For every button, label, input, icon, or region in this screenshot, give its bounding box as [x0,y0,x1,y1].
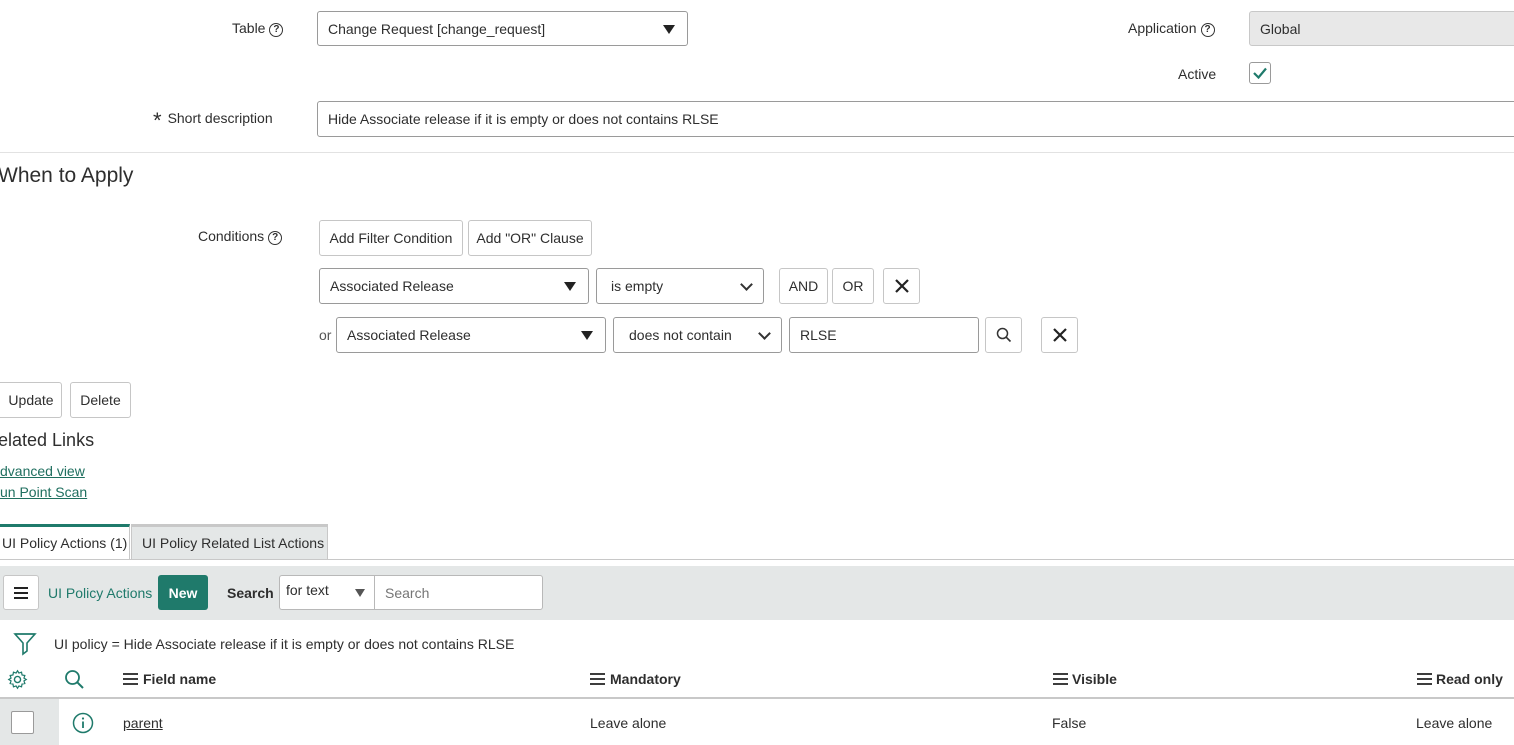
tab-divider [0,559,1514,560]
filter-breadcrumb[interactable]: UI policy = Hide Associate release if it… [54,636,514,652]
and-button[interactable]: AND [779,268,828,304]
header-divider [0,697,1514,699]
list-title: UI Policy Actions [48,585,153,601]
column-menu-icon[interactable] [1053,673,1068,685]
tab-label: UI Policy Related List Actions [142,535,325,551]
filter-icon [13,633,37,656]
search-label: Search [227,585,274,601]
delete-button[interactable]: Delete [70,382,131,418]
read-only-cell: Leave alone [1416,715,1493,731]
tab-ui-policy-related-list-actions[interactable]: UI Policy Related List Actions [131,524,328,559]
add-or-clause-button[interactable]: Add "OR" Clause [468,220,592,256]
condition-operator-select[interactable]: is empty [596,268,764,304]
condition-value-text: RLSE [800,327,837,343]
active-label: Active [1178,66,1217,82]
tab-ui-policy-actions[interactable]: UI Policy Actions (1) [0,524,130,559]
dropdown-arrow-icon [581,331,593,340]
close-icon [1052,328,1067,342]
search-scope-value: for text [286,581,329,598]
gear-icon [7,669,28,690]
column-header-label: Mandatory [610,671,681,687]
list-menu-button[interactable] [3,575,39,610]
visible-cell: False [1052,715,1087,731]
search-icon [65,670,84,689]
remove-condition-button[interactable] [883,268,920,304]
close-icon [894,279,909,293]
table-select-value: Change Request [change_request] [328,20,546,37]
row-preview-button[interactable] [72,712,94,737]
application-field: Global [1249,11,1514,46]
personalize-list-button[interactable] [7,669,28,693]
when-to-apply-heading: When to Apply [0,164,134,187]
or-prefix-label: or [319,327,332,343]
checkmark-icon [1253,67,1267,80]
table-select[interactable]: Change Request [change_request] [317,11,688,46]
condition-field-value: Associated Release [330,278,454,294]
or-button[interactable]: OR [832,268,874,304]
condition-operator-value: is empty [611,278,664,294]
mandatory-cell: Leave alone [590,715,667,731]
hamburger-icon [14,586,28,599]
help-icon[interactable]: ? [269,23,284,37]
table-label: Table? [232,20,284,37]
chevron-down-icon [740,278,753,291]
search-icon [996,327,1011,343]
short-description-label: * Short description [153,108,273,133]
column-search-button[interactable] [64,669,85,693]
application-label: Application? [1128,20,1215,37]
related-links-heading: elated Links [0,430,95,450]
conditions-label: Conditions? [198,228,283,245]
condition-operator-select[interactable]: does not contain [613,317,782,353]
dropdown-arrow-icon [663,25,675,34]
lookup-button[interactable] [985,317,1022,353]
condition-value-input[interactable]: RLSE [789,317,979,353]
condition-field-select[interactable]: Associated Release [336,317,606,353]
column-header-label: Visible [1072,671,1117,687]
dropdown-arrow-icon [564,282,576,291]
column-header-label: Field name [143,671,217,687]
add-filter-condition-button[interactable]: Add Filter Condition [319,220,463,256]
dropdown-arrow-icon [355,589,365,597]
tab-label: UI Policy Actions (1) [2,535,128,551]
remove-condition-button[interactable] [1041,317,1078,353]
condition-field-select[interactable]: Associated Release [319,268,589,304]
search-input[interactable] [374,575,543,610]
column-header-label: Read only [1436,671,1503,687]
column-header-read-only[interactable]: Read only [1417,671,1503,687]
new-button[interactable]: New [158,575,208,610]
column-menu-icon[interactable] [123,673,138,685]
column-header-mandatory[interactable]: Mandatory [590,671,681,687]
update-button[interactable]: Update [0,382,62,418]
condition-field-value: Associated Release [347,327,471,343]
help-icon[interactable]: ? [268,231,283,245]
field-name-link[interactable]: parent [123,715,163,731]
column-menu-icon[interactable] [590,673,605,685]
help-icon[interactable]: ? [1200,23,1215,37]
column-menu-icon[interactable] [1417,673,1432,685]
short-description-input[interactable]: Hide Associate release if it is empty or… [317,101,1514,137]
column-header-field-name[interactable]: Field name [123,671,216,687]
chevron-down-icon [758,327,771,340]
row-checkbox[interactable] [11,711,34,734]
condition-operator-value: does not contain [629,327,732,343]
section-divider [0,152,1514,153]
filter-toggle[interactable] [13,631,37,660]
info-icon [72,712,94,734]
search-scope-select[interactable]: for text [279,575,375,610]
mandatory-asterisk-icon: * [153,108,162,133]
advanced-view-link[interactable]: dvanced view [0,463,85,479]
short-description-value: Hide Associate release if it is empty or… [328,111,719,127]
run-point-scan-link[interactable]: un Point Scan [0,484,87,500]
active-checkbox[interactable] [1249,62,1271,84]
application-value: Global [1260,20,1301,37]
column-header-visible[interactable]: Visible [1053,671,1117,687]
